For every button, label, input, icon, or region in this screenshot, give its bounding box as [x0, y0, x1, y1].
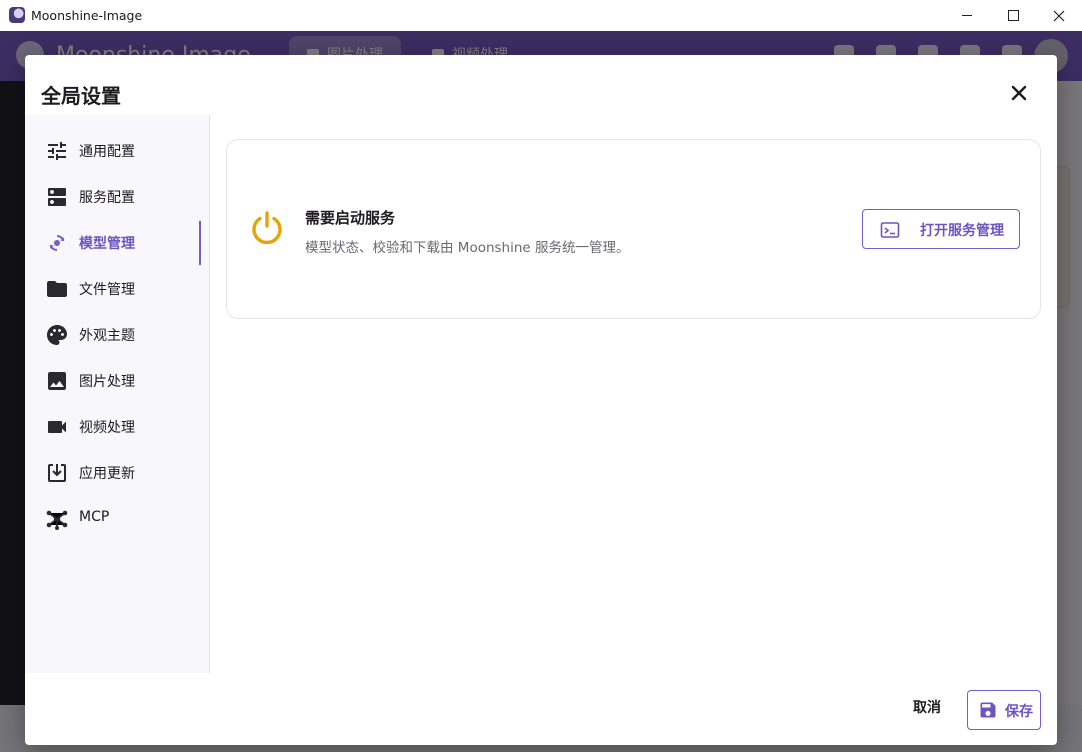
sidebar-item-mcp[interactable]: MCP — [25, 496, 209, 540]
active-nav-indicator — [199, 221, 201, 265]
sidebar-item-general[interactable]: 通用配置 — [25, 128, 209, 172]
sidebar-item-service[interactable]: 服务配置 — [25, 174, 209, 218]
tune-icon — [48, 142, 66, 160]
sidebar-item-theme[interactable]: 外观主题 — [25, 312, 209, 356]
palette-icon — [47, 325, 67, 345]
power-icon — [252, 211, 282, 245]
dns-icon — [48, 188, 66, 206]
close-icon — [1053, 10, 1065, 21]
dialog-title: 全局设置 — [41, 84, 121, 108]
sidebar-item-models[interactable]: 模型管理 — [25, 220, 209, 264]
dialog-close-button[interactable] — [1005, 79, 1033, 107]
sidebar-item-label: 文件管理 — [79, 282, 135, 298]
sidebar-item-video[interactable]: 视频处理 — [25, 404, 209, 448]
settings-dialog: 全局设置 通用配置 服务配置 模型管理 文件管理 外观主题 图片处理 视频处理 … — [25, 55, 1057, 745]
dialog-footer: 取消 保存 — [25, 673, 1057, 745]
sidebar-item-label: 服务配置 — [79, 190, 135, 206]
sidebar-item-label: 应用更新 — [79, 466, 135, 482]
sidebar-item-label: 通用配置 — [79, 144, 135, 160]
sidebar-item-files[interactable]: 文件管理 — [25, 266, 209, 310]
settings-content: 需要启动服务 模型状态、校验和下载由 Moonshine 服务统一管理。 打开服… — [210, 115, 1057, 673]
button-label: 打开服务管理 — [920, 223, 1004, 239]
terminal-icon — [880, 222, 900, 238]
folder-icon — [47, 281, 67, 297]
sidebar-item-label: 模型管理 — [79, 236, 135, 252]
sidebar-item-label: 外观主题 — [79, 328, 135, 344]
cancel-button[interactable]: 取消 — [901, 689, 953, 725]
sidebar-item-label: 图片处理 — [79, 374, 135, 390]
button-label: 保存 — [1005, 704, 1033, 720]
maximize-button[interactable] — [990, 0, 1036, 31]
sidebar-item-label: MCP — [79, 509, 110, 525]
app-logo-icon — [9, 7, 25, 23]
card-description: 模型状态、校验和下载由 Moonshine 服务统一管理。 — [305, 240, 630, 256]
window-title: Moonshine-Image — [31, 8, 143, 23]
settings-sidebar: 通用配置 服务配置 模型管理 文件管理 外观主题 图片处理 视频处理 应用更新 … — [25, 115, 210, 673]
sidebar-item-label: 视频处理 — [79, 420, 135, 436]
maximize-icon — [1007, 10, 1019, 21]
card-title: 需要启动服务 — [305, 209, 396, 227]
service-required-card: 需要启动服务 模型状态、校验和下载由 Moonshine 服务统一管理。 打开服… — [226, 139, 1041, 319]
close-icon — [1011, 85, 1027, 101]
hub-icon — [46, 510, 68, 530]
videocam-icon — [48, 421, 66, 433]
sidebar-item-image[interactable]: 图片处理 — [25, 358, 209, 402]
model-sync-icon — [49, 235, 65, 251]
minimize-button[interactable] — [944, 0, 990, 31]
window-titlebar: Moonshine-Image — [0, 0, 1082, 32]
download-box-icon — [48, 464, 66, 482]
save-button[interactable]: 保存 — [967, 690, 1041, 730]
minimize-icon — [962, 15, 972, 16]
save-icon — [980, 702, 996, 718]
image-icon — [48, 372, 66, 390]
window-close-button[interactable] — [1036, 0, 1082, 31]
sidebar-item-update[interactable]: 应用更新 — [25, 450, 209, 494]
open-service-manager-button[interactable]: 打开服务管理 — [862, 209, 1020, 249]
